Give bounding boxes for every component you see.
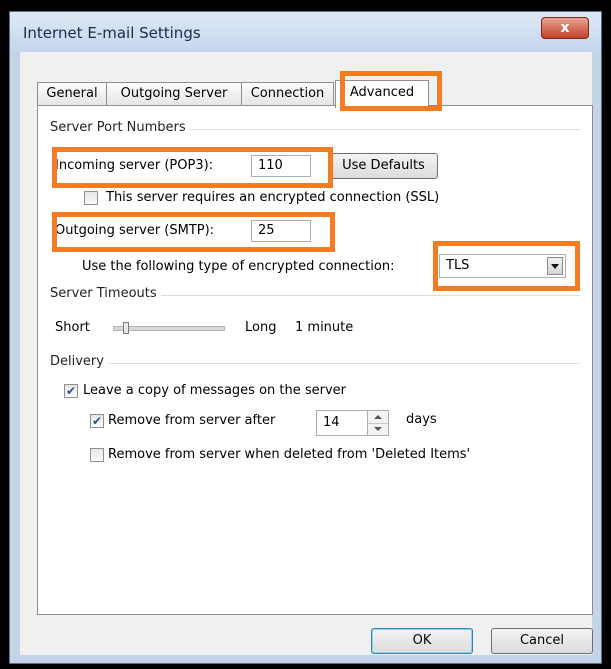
tab-label: Advanced [349,85,415,100]
advanced-panel: Server Port Numbers Incoming server (POP… [37,105,593,615]
tab-label: Outgoing Server [120,86,228,101]
close-icon: x [560,20,570,36]
cancel-label: Cancel [519,633,565,648]
use-defaults-button[interactable]: Use Defaults [329,153,438,179]
close-button[interactable]: x [541,17,589,39]
tab-advanced[interactable]: Advanced [335,80,429,108]
tab-connection[interactable]: Connection [241,82,334,106]
remove-after-label: Remove from server after [108,413,276,428]
spin-down-icon[interactable] [368,423,388,435]
group-title-delivery: Delivery [50,354,108,369]
tab-outgoing-server[interactable]: Outgoing Server [106,82,242,106]
timeout-slider-track[interactable] [113,326,225,331]
ok-button[interactable]: OK [371,628,473,654]
tab-label: General [46,86,98,101]
incoming-port-input[interactable]: 110 [251,155,311,177]
timeout-value: 1 minute [295,320,354,335]
outgoing-server-label: Outgoing server (SMTP): [55,223,215,238]
tab-label: Connection [250,86,325,101]
encryption-select-value: TLS [446,258,470,273]
remove-after-days-input[interactable]: 14 [316,410,368,436]
timeout-slider-thumb[interactable] [123,322,129,334]
remove-deleted-label: Remove from server when deleted from 'De… [108,447,471,462]
title-bar[interactable]: Internet E-mail Settings x [10,12,601,52]
settings-window: Internet E-mail Settings x General Outgo… [9,11,602,664]
encryption-label: Use the following type of encrypted conn… [82,259,395,274]
timeout-long-label: Long [245,320,277,335]
incoming-port-value: 110 [258,158,283,173]
group-title-server-timeouts: Server Timeouts [50,286,161,301]
group-title-server-ports: Server Port Numbers [50,120,190,135]
cancel-button[interactable]: Cancel [491,628,593,654]
remove-after-days-value: 14 [323,415,340,430]
dialog-client: General Outgoing Server Connection Advan… [20,52,593,655]
remove-deleted-checkbox[interactable] [90,448,104,462]
incoming-server-label: Incoming server (POP3): [55,158,214,173]
ok-label: OK [412,633,432,648]
outgoing-port-value: 25 [258,223,275,238]
days-spinner[interactable] [367,410,389,436]
leave-copy-label: Leave a copy of messages on the server [83,383,347,398]
use-defaults-label: Use Defaults [342,158,425,173]
remove-after-checkbox[interactable]: ✔ [90,414,104,428]
days-label: days [406,412,437,427]
tab-general[interactable]: General [37,82,107,106]
ssl-checkbox[interactable] [84,191,98,205]
timeout-short-label: Short [55,320,90,335]
ssl-label: This server requires an encrypted connec… [106,190,440,205]
checkmark-icon: ✔ [65,384,77,398]
outgoing-port-input[interactable]: 25 [251,220,311,242]
chevron-down-icon[interactable] [547,257,563,275]
window-title: Internet E-mail Settings [23,24,201,42]
group-divider [50,363,580,364]
checkmark-icon: ✔ [91,414,103,428]
encryption-select[interactable]: TLS [439,254,566,278]
leave-copy-checkbox[interactable]: ✔ [64,384,78,398]
